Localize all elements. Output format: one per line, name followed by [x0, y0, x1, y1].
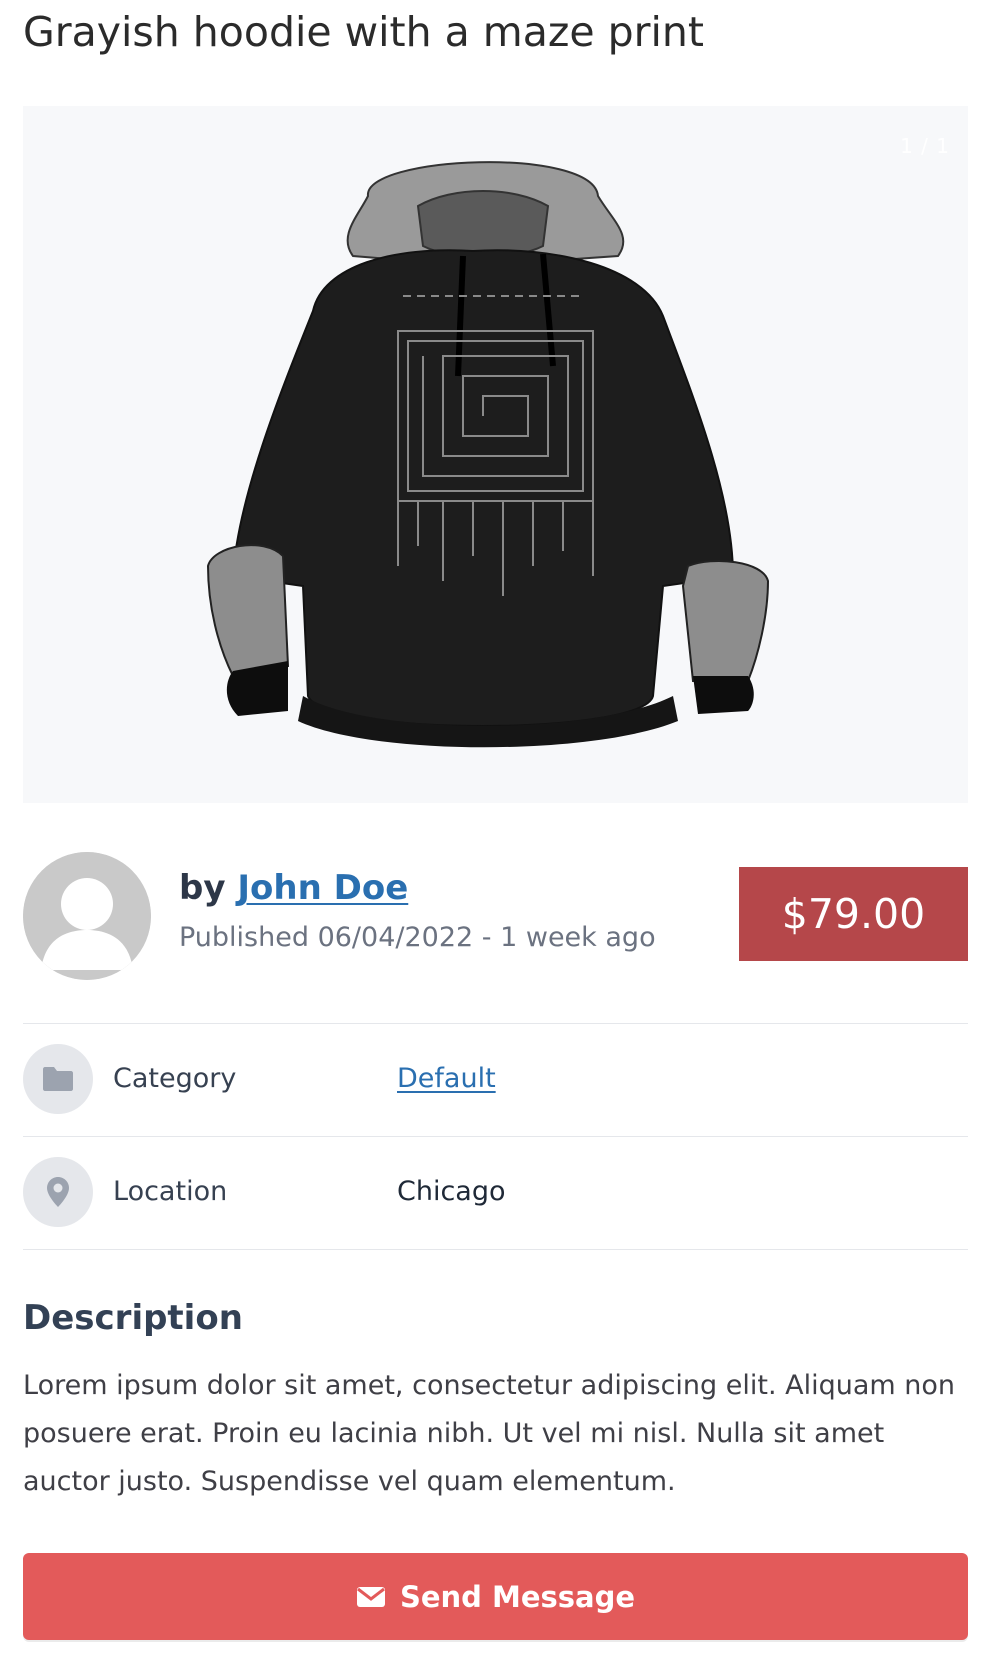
description-text: Lorem ipsum dolor sit amet, consectetur …: [23, 1370, 956, 1497]
product-image[interactable]: [173, 136, 813, 776]
image-gallery[interactable]: 1 / 1: [23, 106, 968, 803]
location-value: Chicago: [397, 1176, 506, 1207]
avatar[interactable]: [23, 852, 151, 980]
send-message-label: Send Message: [399, 1579, 636, 1614]
category-value-link[interactable]: Default: [397, 1063, 496, 1094]
image-counter: 1 / 1: [900, 134, 950, 158]
seller-byline: by John Doe: [179, 868, 408, 909]
folder-icon: [23, 1044, 93, 1114]
published-date: Published 06/04/2022 - 1 week ago: [179, 922, 656, 953]
detail-row-location: Location Chicago: [23, 1136, 968, 1248]
user-silhouette-icon: [23, 852, 151, 980]
description-heading: Description: [23, 1298, 243, 1338]
price-badge: $79.00: [739, 867, 968, 961]
map-pin-icon: [23, 1157, 93, 1227]
page-title: Grayish hoodie with a maze print: [23, 8, 704, 56]
send-message-button[interactable]: Send Message: [23, 1553, 968, 1640]
divider: [23, 1249, 968, 1250]
category-label: Category: [113, 1063, 237, 1094]
location-label: Location: [113, 1176, 228, 1207]
by-prefix: by: [179, 868, 226, 908]
envelope-icon: [356, 1586, 385, 1607]
detail-row-category: Category Default: [23, 1023, 968, 1135]
seller-name-link[interactable]: John Doe: [237, 868, 408, 908]
